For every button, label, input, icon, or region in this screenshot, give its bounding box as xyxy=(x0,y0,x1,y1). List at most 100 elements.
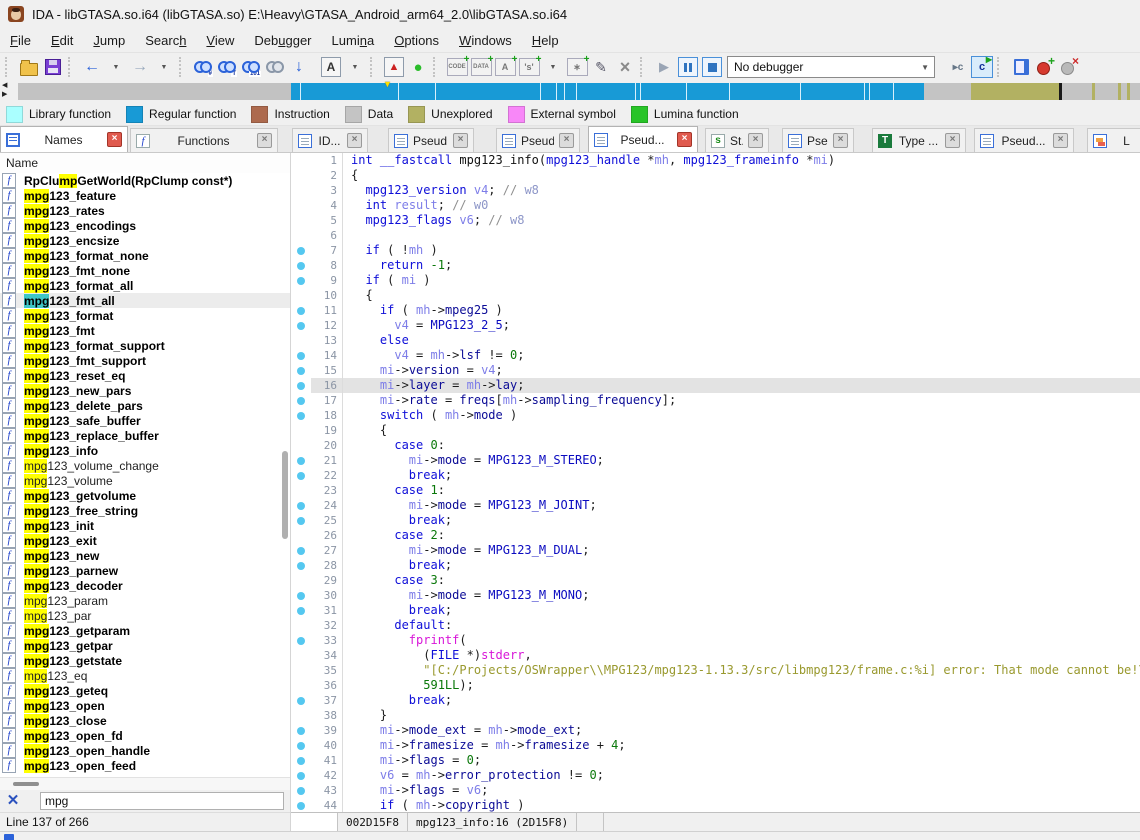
breakpoint-dot-icon[interactable] xyxy=(297,756,305,765)
make-name-button[interactable]: A + xyxy=(494,54,518,78)
breakpoint-gutter[interactable] xyxy=(291,798,311,812)
open-file-button[interactable] xyxy=(18,56,40,78)
code-line[interactable]: 19 { xyxy=(291,423,1140,438)
names-list-item[interactable]: f mpg123_fmt_none xyxy=(0,263,290,278)
tab-pseud[interactable]: Pseud... × xyxy=(496,128,580,152)
navband-left-arrow-icon[interactable]: ◀ xyxy=(2,81,16,90)
menu-view[interactable]: View xyxy=(196,31,244,50)
names-list-item[interactable]: f mpg123_reset_eq xyxy=(0,368,290,383)
code-line[interactable]: 30 mi->mode = MPG123_M_MONO; xyxy=(291,588,1140,603)
breakpoint-gutter[interactable] xyxy=(291,528,311,543)
breakpoint-dot-icon[interactable] xyxy=(297,351,305,360)
names-list-item[interactable]: f mpg123_exit xyxy=(0,533,290,548)
code-line[interactable]: 27 mi->mode = MPG123_M_DUAL; xyxy=(291,543,1140,558)
breakpoint-dot-icon[interactable] xyxy=(297,246,305,255)
names-list-item[interactable]: f mpg123_format_support xyxy=(0,338,290,353)
names-list-item[interactable]: f mpg123_open_fd xyxy=(0,728,290,743)
names-list-item[interactable]: f mpg123_getstate xyxy=(0,653,290,668)
code-line[interactable]: 31 break; xyxy=(291,603,1140,618)
make-data-button[interactable]: DATA + xyxy=(470,54,494,78)
breakpoint-dot-icon[interactable] xyxy=(297,801,305,810)
clear-filter-icon[interactable]: ✕ xyxy=(6,793,20,808)
menu-lumina[interactable]: Lumina xyxy=(322,31,385,50)
names-vertical-scrollbar[interactable] xyxy=(282,451,288,539)
code-line[interactable]: 10 { xyxy=(291,288,1140,303)
text-representation-dropdown[interactable]: ▼ xyxy=(344,56,366,78)
names-list-item[interactable]: f mpg123_open_handle xyxy=(0,743,290,758)
debugger-pause-button[interactable] xyxy=(677,56,699,78)
breakpoint-gutter[interactable] xyxy=(291,183,311,198)
navband-segment[interactable] xyxy=(1130,83,1140,100)
breakpoint-gutter[interactable] xyxy=(291,618,311,633)
breakpoint-dot-icon[interactable] xyxy=(297,261,305,270)
output-window-icon[interactable] xyxy=(4,834,14,840)
names-list-item[interactable]: f mpg123_format xyxy=(0,308,290,323)
names-list-item[interactable]: f mpg123_par xyxy=(0,608,290,623)
names-list-item[interactable]: f mpg123_getpar xyxy=(0,638,290,653)
breakpoint-gutter[interactable] xyxy=(291,153,311,168)
code-line[interactable]: 6 xyxy=(291,228,1140,243)
code-line[interactable]: 32 default: xyxy=(291,618,1140,633)
names-list-item[interactable]: f mpg123_info xyxy=(0,443,290,458)
debugger-select[interactable]: No debugger ▼ xyxy=(727,56,935,78)
names-list-item[interactable]: f mpg123_free_string xyxy=(0,503,290,518)
breakpoint-gutter[interactable] xyxy=(291,708,311,723)
breakpoint-dot-icon[interactable] xyxy=(297,411,305,420)
names-list-item[interactable]: f mpg123_fmt_all xyxy=(0,293,290,308)
breakpoint-dot-icon[interactable] xyxy=(297,591,305,600)
menu-debugger[interactable]: Debugger xyxy=(244,31,321,50)
navband-segment[interactable] xyxy=(1095,83,1118,100)
breakpoint-gutter[interactable] xyxy=(291,753,311,768)
code-line[interactable]: 7 if ( !mh ) xyxy=(291,243,1140,258)
menu-edit[interactable]: Edit xyxy=(41,31,83,50)
problems-button[interactable]: ▲ xyxy=(383,56,405,78)
breakpoint-dot-icon[interactable] xyxy=(297,381,305,390)
breakpoint-dot-icon[interactable] xyxy=(297,696,305,705)
menu-file[interactable]: File xyxy=(0,31,41,50)
names-list-item[interactable]: f mpg123_getparam xyxy=(0,623,290,638)
code-line[interactable]: 1 int __fastcall mpg123_info(mpg123_handl… xyxy=(291,153,1140,168)
tab-pseud[interactable]: Pseud... × xyxy=(588,126,698,152)
breakpoint-gutter[interactable] xyxy=(291,213,311,228)
debugger-stop-button[interactable] xyxy=(701,56,723,78)
tab-close-icon[interactable]: × xyxy=(257,133,272,148)
tab-close-icon[interactable]: × xyxy=(1053,133,1068,148)
tab-close-icon[interactable]: × xyxy=(833,133,848,148)
breakpoint-gutter[interactable] xyxy=(291,543,311,558)
code-line[interactable]: 29 case 3: xyxy=(291,573,1140,588)
search-again-button[interactable] xyxy=(264,56,286,78)
breakpoint-gutter[interactable] xyxy=(291,468,311,483)
navband-right-arrow-icon[interactable]: ▶ xyxy=(2,90,16,99)
forward-button[interactable]: → xyxy=(129,56,151,78)
menu-help[interactable]: Help xyxy=(522,31,569,50)
names-list-item[interactable]: f mpg123_parnew xyxy=(0,563,290,578)
breakpoint-dot-icon[interactable] xyxy=(297,501,305,510)
breakpoint-gutter[interactable] xyxy=(291,453,311,468)
tab-close-icon[interactable]: × xyxy=(453,133,468,148)
code-line[interactable]: 36 591LL); xyxy=(291,678,1140,693)
names-list-item[interactable]: f mpg123_param xyxy=(0,593,290,608)
tab-type[interactable]: T Type ... × xyxy=(872,128,966,152)
breakpoint-gutter[interactable] xyxy=(291,588,311,603)
breakpoint-gutter[interactable] xyxy=(291,333,311,348)
names-list-item[interactable]: f mpg123_volume_change xyxy=(0,458,290,473)
breakpoint-dot-icon[interactable] xyxy=(297,516,305,525)
breakpoint-dot-icon[interactable] xyxy=(297,561,305,570)
text-representation-button[interactable]: A xyxy=(320,56,342,78)
back-dropdown[interactable]: ▼ xyxy=(105,56,127,78)
code-line[interactable]: 5 mpg123_flags v6; // w8 xyxy=(291,213,1140,228)
navband-segment[interactable] xyxy=(924,83,971,100)
breakpoint-dot-icon[interactable] xyxy=(297,456,305,465)
breakpoint-gutter[interactable] xyxy=(291,498,311,513)
breakpoint-dot-icon[interactable] xyxy=(297,726,305,735)
names-list-item[interactable]: f mpg123_delete_pars xyxy=(0,398,290,413)
make-string-dropdown[interactable]: ▼ xyxy=(542,56,564,78)
breakpoint-gutter[interactable] xyxy=(291,228,311,243)
menu-windows[interactable]: Windows xyxy=(449,31,522,50)
menu-jump[interactable]: Jump xyxy=(83,31,135,50)
code-line[interactable]: 15 mi->version = v4; xyxy=(291,363,1140,378)
back-button[interactable]: ← xyxy=(81,56,103,78)
tab-close-icon[interactable]: × xyxy=(107,132,122,147)
breakpoint-gutter[interactable] xyxy=(291,558,311,573)
names-list-item[interactable]: f mpg123_safe_buffer xyxy=(0,413,290,428)
